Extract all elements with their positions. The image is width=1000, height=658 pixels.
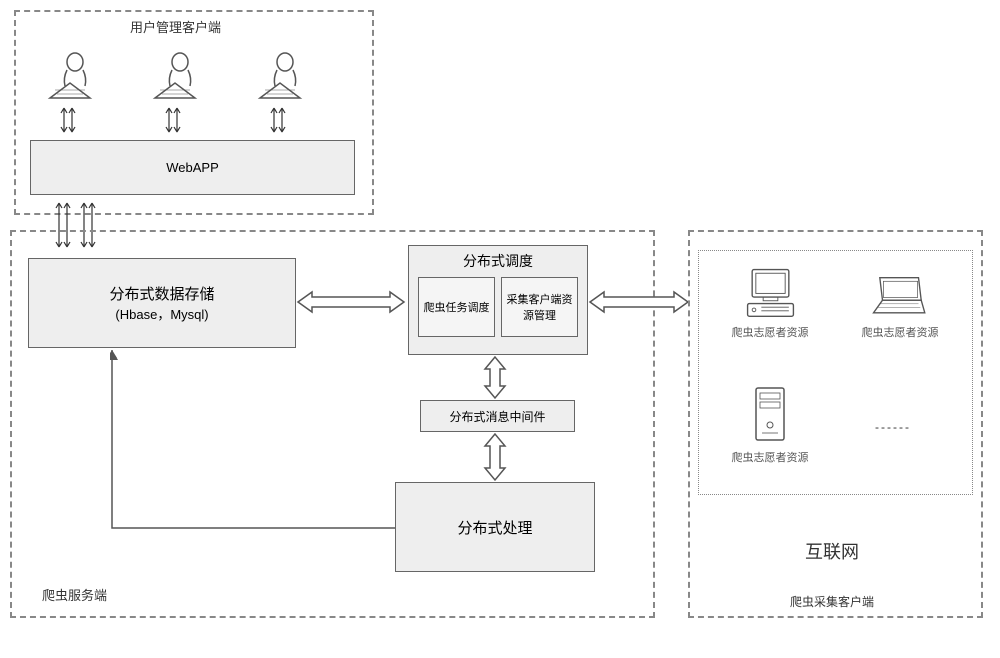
arrow-hollow-bidirectional-v — [483, 432, 507, 482]
middleware-label: 分布式消息中间件 — [449, 408, 545, 425]
task-scheduler-label: 爬虫任务调度 — [423, 299, 489, 315]
collector-section-title: 爬虫采集客户端 — [790, 593, 874, 610]
resource-laptop: 爬虫志愿者资源 — [845, 275, 955, 340]
internet-label: 互联网 — [805, 538, 859, 564]
arrow-hollow-bidirectional-v — [483, 355, 507, 400]
arrow-hollow-bidirectional-h — [296, 290, 406, 314]
resource-manager-label: 采集客户端资源管理 — [504, 291, 575, 323]
webapp-box: WebAPP — [30, 140, 355, 195]
storage-box: 分布式数据存储 (Hbase，Mysql) — [28, 258, 296, 348]
storage-title: 分布式数据存储 — [109, 283, 214, 304]
user-icon — [150, 50, 200, 100]
ellipsis-icon: ------ — [875, 420, 911, 434]
middleware-box: 分布式消息中间件 — [420, 400, 575, 432]
processing-label: 分布式处理 — [457, 517, 532, 538]
arrow-elbow — [110, 348, 400, 548]
resource-laptop-label: 爬虫志愿者资源 — [862, 324, 939, 340]
arrow-bidirectional-v — [270, 100, 286, 140]
resource-manager-box: 采集客户端资源管理 — [501, 277, 578, 337]
scheduling-title: 分布式调度 — [463, 251, 533, 271]
user-icon — [255, 50, 305, 100]
resource-server-label: 爬虫志愿者资源 — [732, 449, 809, 465]
arrow-hollow-bidirectional-h — [588, 290, 690, 314]
webapp-label: WebAPP — [166, 160, 219, 175]
resource-desktop-label: 爬虫志愿者资源 — [732, 324, 809, 340]
client-section-title: 用户管理客户端 — [130, 17, 221, 36]
arrow-bidirectional-v — [165, 100, 181, 140]
scheduling-box: 分布式调度 爬虫任务调度 采集客户端资源管理 — [408, 245, 588, 355]
task-scheduler-box: 爬虫任务调度 — [418, 277, 495, 337]
arrow-bidirectional-v — [60, 100, 76, 140]
user-icon — [45, 50, 95, 100]
processing-box: 分布式处理 — [395, 482, 595, 572]
resource-desktop: 爬虫志愿者资源 — [715, 265, 825, 340]
storage-subtitle: (Hbase，Mysql) — [115, 304, 208, 323]
resource-server: 爬虫志愿者资源 — [715, 385, 825, 465]
server-section-title: 爬虫服务端 — [42, 585, 107, 604]
